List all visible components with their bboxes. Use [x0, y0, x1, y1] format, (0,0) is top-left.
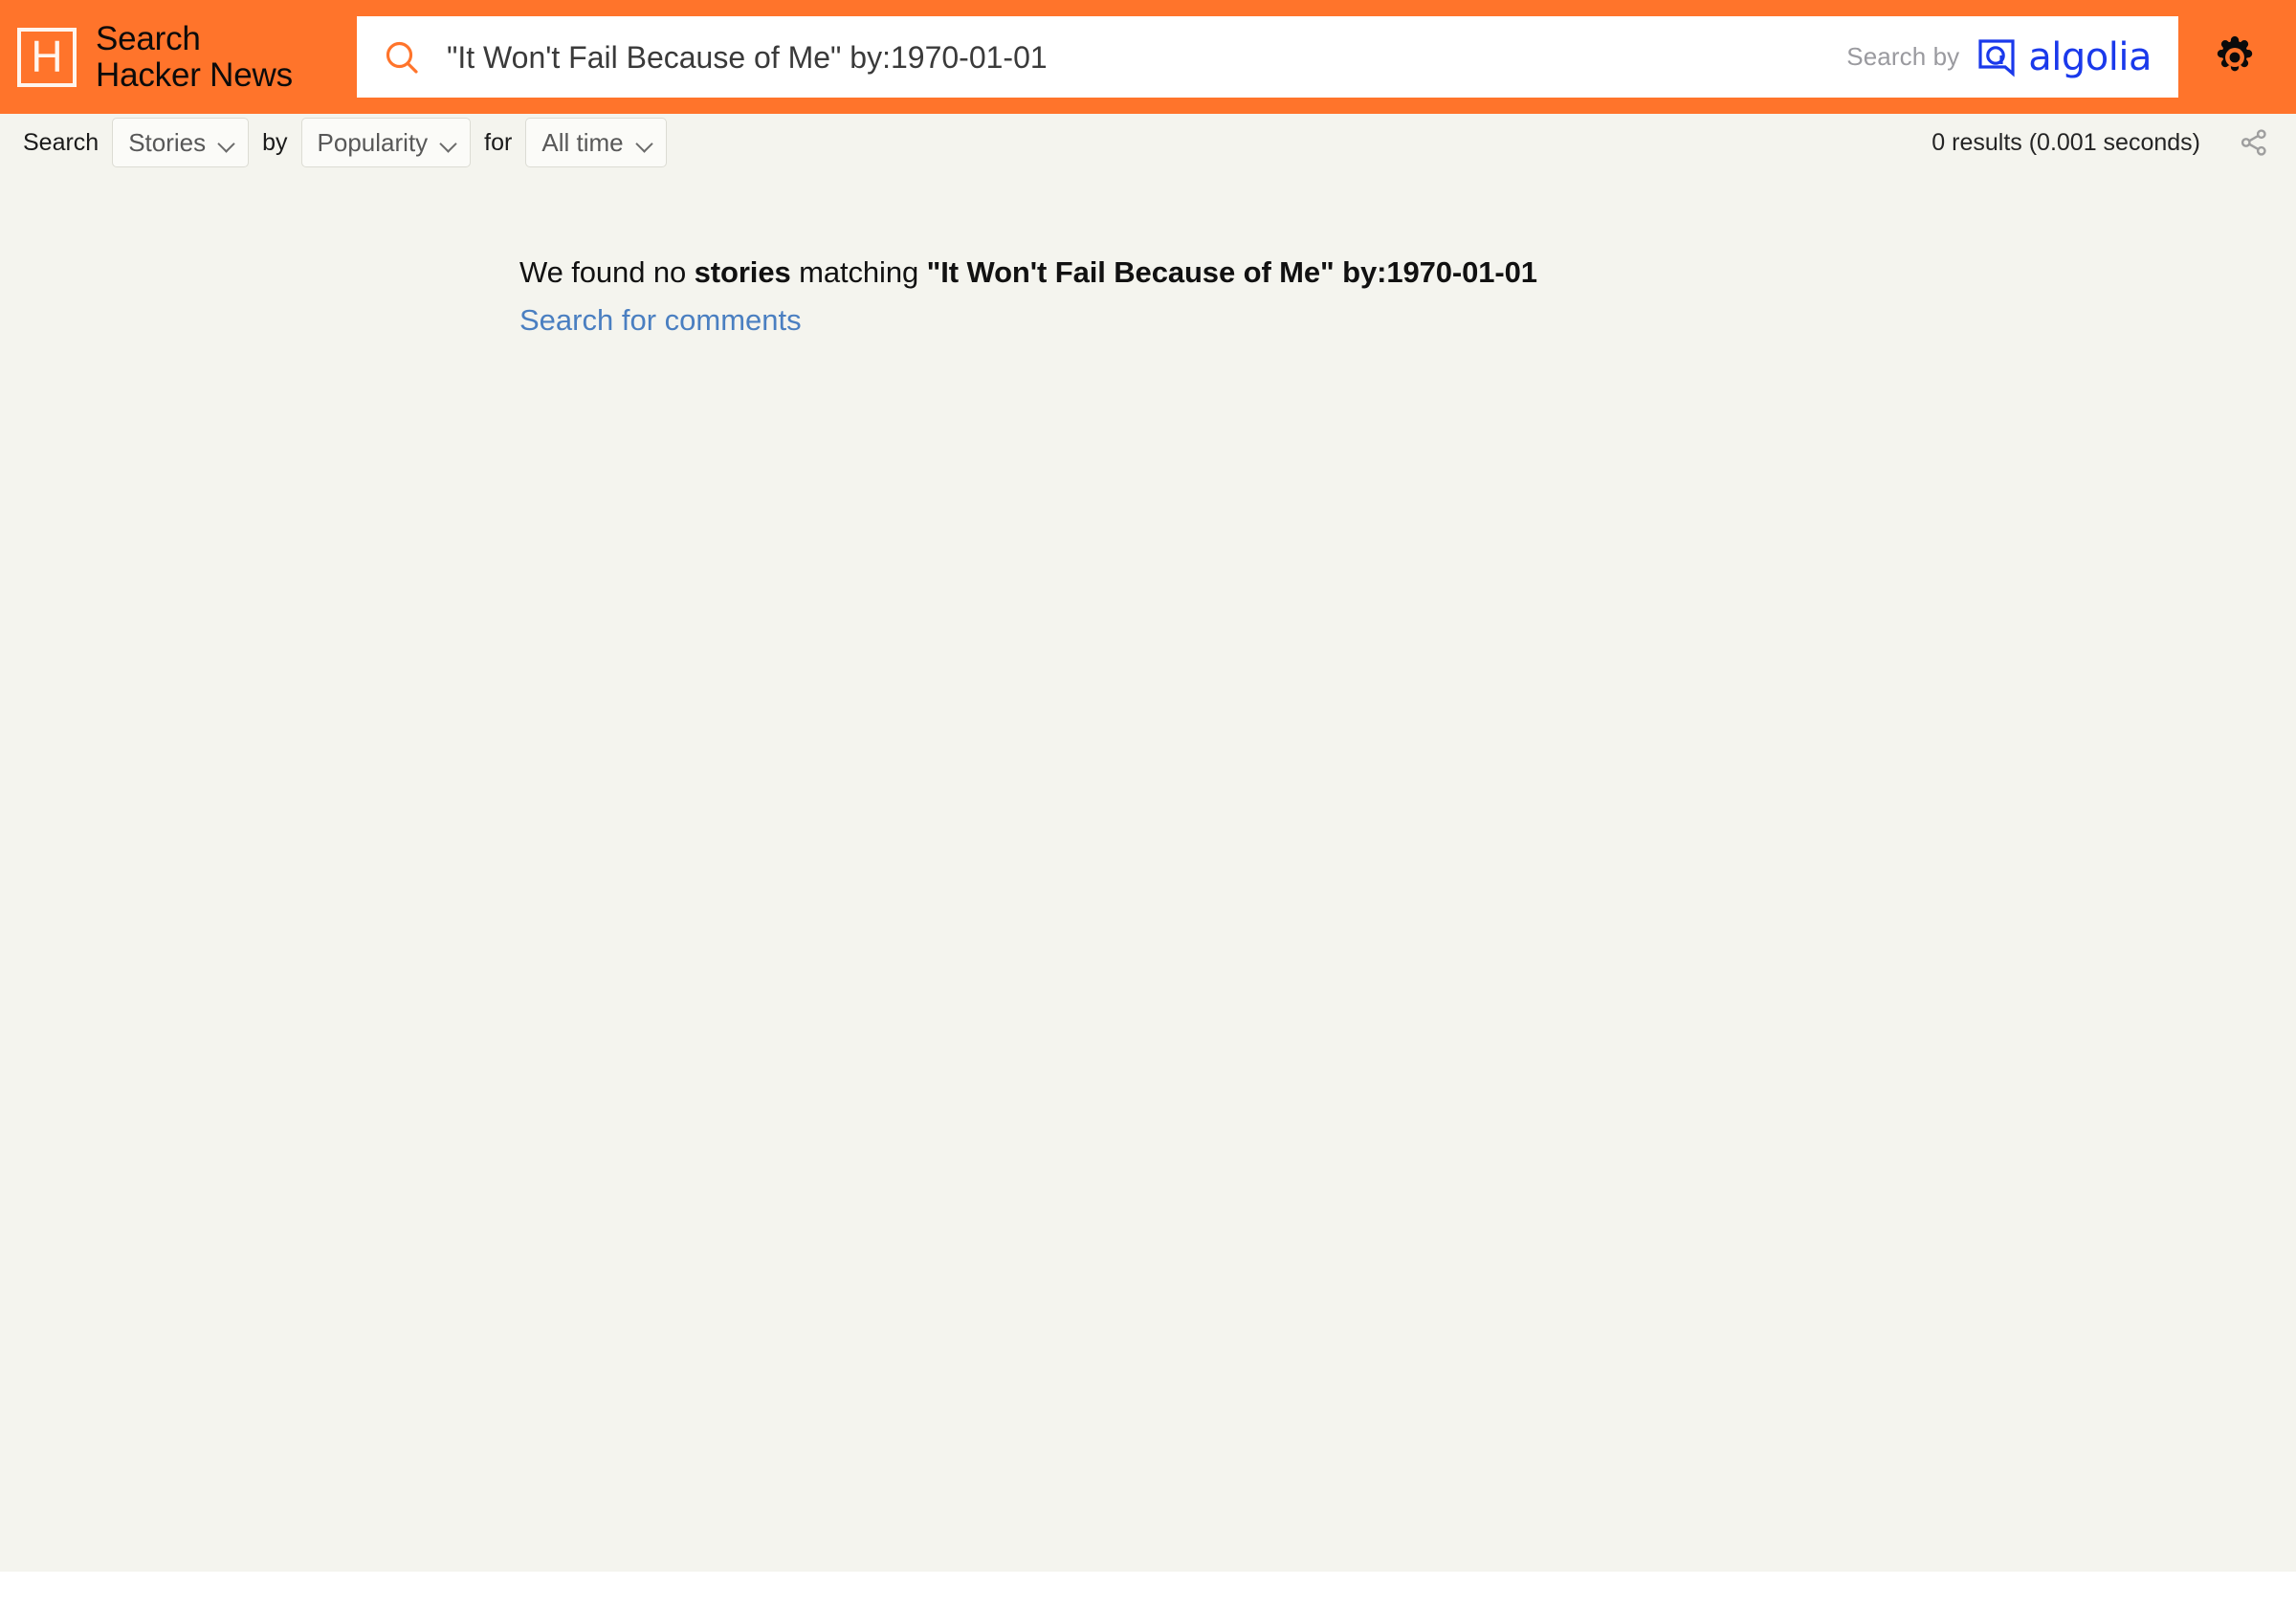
- no-results-query: "It Won't Fail Because of Me" by:1970-01…: [926, 255, 1537, 289]
- filter-time-value: All time: [541, 127, 624, 157]
- filter-time-dropdown[interactable]: All time: [525, 118, 667, 167]
- algolia-mark-icon: [1978, 38, 2015, 77]
- search-bar: Search by algolia: [357, 16, 2178, 98]
- results-count: 0 results (0.001 seconds): [1932, 128, 2200, 156]
- filter-sort-value: Popularity: [317, 127, 429, 157]
- gear-icon: [2217, 35, 2253, 71]
- no-results-block: We found no stories matching "It Won't F…: [519, 253, 1954, 340]
- algolia-attribution[interactable]: Search by algolia: [1846, 35, 2178, 79]
- filter-controls: Search Stories by Popularity for All tim…: [13, 118, 671, 167]
- by-label: by: [262, 128, 288, 156]
- search-label: Search: [23, 128, 99, 156]
- app-page: H Search Hacker News Search by: [0, 0, 2296, 1572]
- brand-home-link[interactable]: H Search Hacker News: [17, 19, 293, 94]
- filter-status: 0 results (0.001 seconds): [1932, 123, 2273, 162]
- filter-type-dropdown[interactable]: Stories: [112, 118, 250, 167]
- filter-type-value: Stories: [128, 127, 207, 157]
- logo-letter: H: [31, 31, 63, 81]
- filter-sort-dropdown[interactable]: Popularity: [300, 118, 472, 167]
- no-results-message: We found no stories matching "It Won't F…: [519, 253, 1954, 292]
- chevron-down-icon: [219, 138, 234, 146]
- algolia-logo: algolia: [1975, 35, 2152, 79]
- search-icon: [386, 41, 418, 74]
- hacker-news-logo-icon: H: [17, 27, 77, 87]
- app-header: H Search Hacker News Search by: [0, 0, 2296, 114]
- brand-title: Search Hacker News: [96, 19, 293, 94]
- chevron-down-icon: [441, 138, 456, 146]
- filter-bar: Search Stories by Popularity for All tim…: [0, 114, 2296, 171]
- main-content: We found no stories matching "It Won't F…: [0, 171, 2296, 340]
- algolia-wordmark: algolia: [2028, 34, 2152, 79]
- algolia-by-label: Search by: [1846, 42, 1960, 71]
- no-results-middle: matching: [790, 255, 927, 289]
- share-button[interactable]: [2235, 123, 2273, 162]
- for-label: for: [484, 128, 513, 156]
- settings-button[interactable]: [2197, 0, 2273, 114]
- search-input[interactable]: [447, 28, 1847, 86]
- share-icon: [2241, 129, 2266, 156]
- search-submit-button[interactable]: [357, 16, 447, 98]
- no-results-prefix: We found no: [519, 255, 695, 289]
- no-results-type: stories: [694, 255, 791, 289]
- chevron-down-icon: [637, 138, 652, 146]
- search-for-comments-link[interactable]: Search for comments: [519, 301, 802, 340]
